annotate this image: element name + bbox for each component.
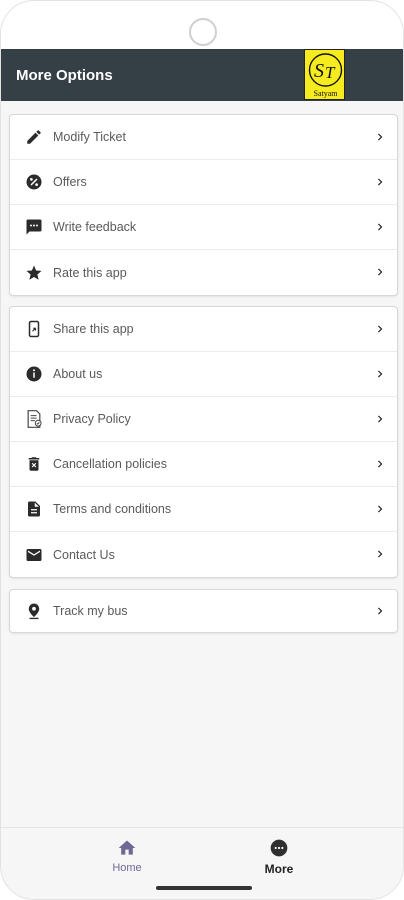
app-bar: More Options S T Satyam <box>1 49 403 101</box>
menu-item-about-us[interactable]: About us <box>10 352 397 397</box>
menu-item-label: Modify Ticket <box>53 130 126 144</box>
star-icon <box>24 263 44 283</box>
options-group-3: Track my bus <box>9 589 398 633</box>
menu-item-label: Write feedback <box>53 220 137 234</box>
chevron-right-icon <box>378 505 383 513</box>
menu-item-cancellation-policies[interactable]: Cancellation policies <box>10 442 397 487</box>
policy-document-icon <box>24 409 44 429</box>
home-icon <box>117 838 137 858</box>
pencil-icon <box>24 127 44 147</box>
chevron-right-icon <box>378 133 383 141</box>
document-icon <box>24 499 44 519</box>
menu-item-label: Track my bus <box>53 604 128 618</box>
offers-icon <box>24 172 44 192</box>
chevron-right-icon <box>378 325 383 333</box>
chevron-right-icon <box>378 550 383 558</box>
chevron-right-icon <box>378 268 383 276</box>
nav-home-label: Home <box>112 862 142 874</box>
nav-more[interactable]: More <box>249 838 309 876</box>
status-bar <box>1 1 403 49</box>
phone-screen: More Options S T Satyam Modify Ticket Of… <box>0 0 404 900</box>
more-icon <box>269 838 289 858</box>
menu-item-label: Privacy Policy <box>53 412 131 426</box>
mail-icon <box>24 545 44 565</box>
menu-item-label: About us <box>53 367 103 381</box>
feedback-icon <box>24 217 44 237</box>
share-icon <box>24 319 44 339</box>
svg-text:T: T <box>325 63 336 82</box>
camera-cutout <box>189 18 217 46</box>
menu-item-label: Contact Us <box>53 547 115 562</box>
chevron-right-icon <box>378 370 383 378</box>
menu-item-terms-and-conditions[interactable]: Terms and conditions <box>10 487 397 532</box>
menu-item-modify-ticket[interactable]: Modify Ticket <box>10 115 397 160</box>
nav-home[interactable]: Home <box>97 838 157 874</box>
menu-item-track-my-bus[interactable]: Track my bus <box>10 590 397 632</box>
page-title: More Options <box>16 66 113 84</box>
menu-item-write-feedback[interactable]: Write feedback <box>10 205 397 250</box>
options-group-2: Share this app About us Privacy Policy C… <box>9 306 398 578</box>
chevron-right-icon <box>378 178 383 186</box>
menu-item-contact-us[interactable]: Contact Us <box>10 532 397 577</box>
svg-text:S: S <box>314 60 324 82</box>
location-pin-icon <box>24 601 44 621</box>
chevron-right-icon <box>378 223 383 231</box>
chevron-right-icon <box>378 415 383 423</box>
chevron-right-icon <box>378 460 383 468</box>
menu-item-label: Offers <box>53 175 87 189</box>
menu-item-offers[interactable]: Offers <box>10 160 397 205</box>
menu-item-privacy-policy[interactable]: Privacy Policy <box>10 397 397 442</box>
options-group-1: Modify Ticket Offers Write feedback Rate… <box>9 114 398 296</box>
menu-item-label: Terms and conditions <box>53 502 172 516</box>
info-icon <box>24 364 44 384</box>
menu-item-label: Share this app <box>53 322 134 336</box>
satyam-logo: S T Satyam <box>304 49 345 100</box>
menu-item-label: Cancellation policies <box>53 457 167 471</box>
logo-text: Satyam <box>314 89 339 98</box>
home-indicator[interactable] <box>156 886 252 890</box>
trash-icon <box>24 454 44 474</box>
menu-item-label: Rate this app <box>53 265 127 280</box>
nav-more-label: More <box>264 862 294 876</box>
chevron-right-icon <box>378 607 383 615</box>
menu-item-rate-this-app[interactable]: Rate this app <box>10 250 397 295</box>
menu-item-share-this-app[interactable]: Share this app <box>10 307 397 352</box>
